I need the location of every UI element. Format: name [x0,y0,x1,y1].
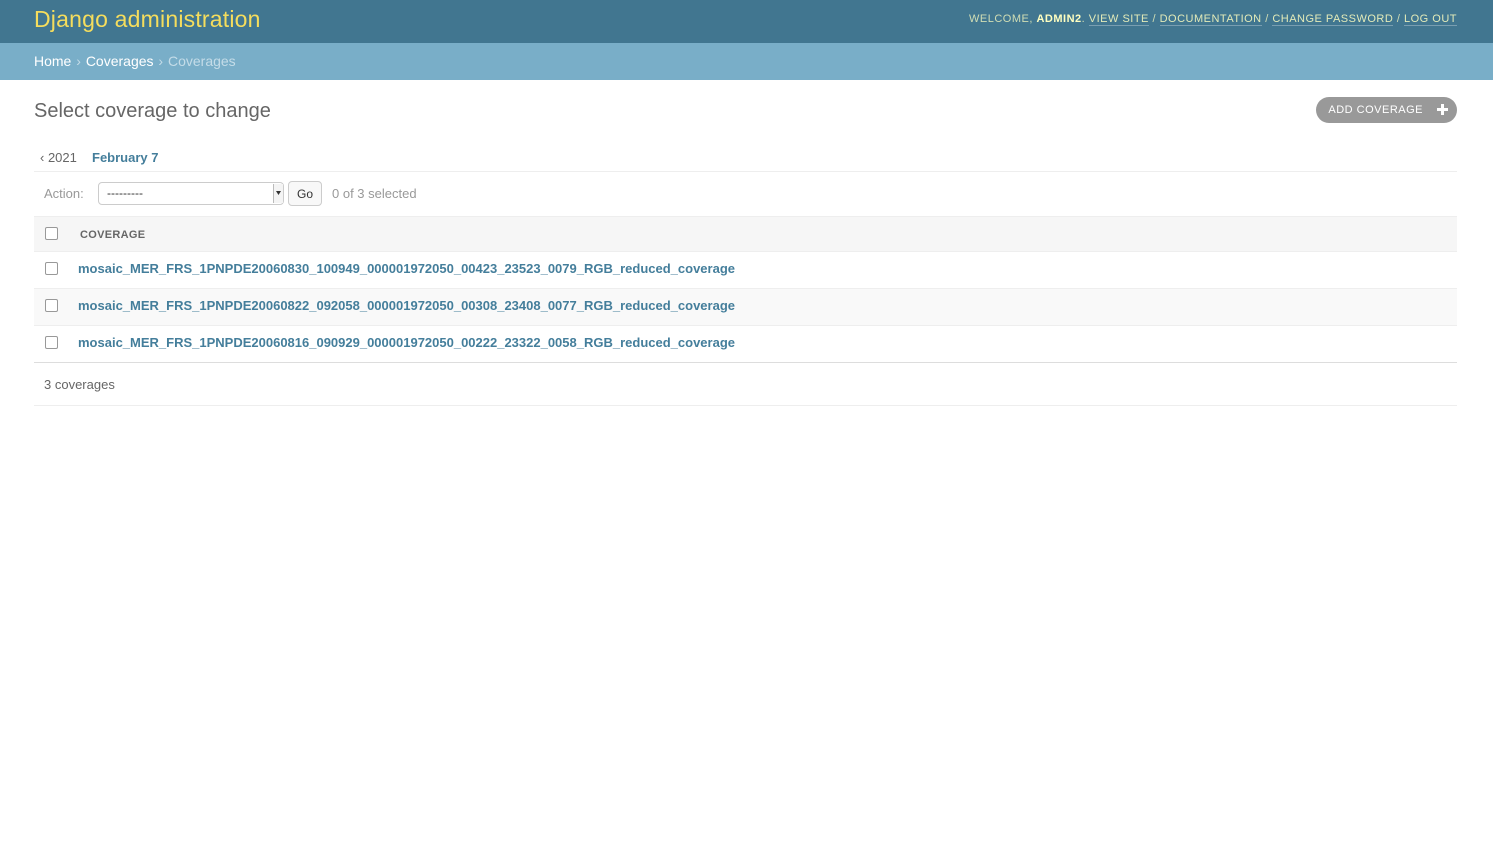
coverage-link[interactable]: mosaic_MER_FRS_1PNPDE20060816_090929_000… [78,335,735,350]
select-all-checkbox[interactable] [45,227,58,240]
row-checkbox[interactable] [45,262,58,275]
welcome-text: Welcome, [969,13,1033,25]
add-coverage-button[interactable]: Add coverage [1316,97,1457,123]
add-coverage-label: Add coverage [1328,104,1423,116]
separator: / [1396,13,1401,25]
breadcrumb-app[interactable]: Coverages [86,53,154,69]
change-password-link[interactable]: Change password [1272,13,1394,26]
username: admin2 [1036,13,1082,25]
user-tools: Welcome, admin2. View site / Documentati… [969,13,1457,26]
row-checkbox[interactable] [45,336,58,349]
breadcrumb-separator: › [158,53,164,69]
column-header-coverage[interactable]: Coverage [80,229,145,241]
action-select-value: --------- [107,186,143,200]
coverage-link[interactable]: mosaic_MER_FRS_1PNPDE20060830_100949_000… [78,261,735,276]
view-site-link[interactable]: View site [1088,13,1149,26]
chevron-down-icon [273,184,283,203]
date-hierarchy-back-link[interactable]: ‹ 2021 [40,150,77,165]
coverage-link[interactable]: mosaic_MER_FRS_1PNPDE20060822_092058_000… [78,298,735,313]
action-label: Action: [44,186,84,201]
actions-bar: Action: --------- Go 0 of 3 selected [34,172,1457,216]
paginator: 3 coverages [34,362,1457,406]
table-row: mosaic_MER_FRS_1PNPDE20060816_090929_000… [34,326,1457,363]
documentation-link[interactable]: Documentation [1159,13,1262,26]
table-header: Coverage [34,216,1457,252]
breadcrumb: Home › Coverages › Coverages [0,43,1493,80]
table-row: mosaic_MER_FRS_1PNPDE20060830_100949_000… [34,252,1457,289]
header: Django administration Welcome, admin2. V… [0,0,1493,43]
table-row: mosaic_MER_FRS_1PNPDE20060822_092058_000… [34,289,1457,326]
go-button[interactable]: Go [288,181,322,206]
result-table: Coverage mosaic_MER_FRS_1PNPDE20060830_1… [34,216,1457,363]
action-select[interactable]: --------- [98,182,284,205]
row-checkbox[interactable] [45,299,58,312]
plus-icon [1437,104,1448,115]
breadcrumb-separator: › [76,53,81,69]
date-hierarchy-current: February 7 [92,150,159,165]
log-out-link[interactable]: Log out [1403,13,1457,26]
page-title: Select coverage to change [34,100,271,122]
separator: / [1265,13,1269,25]
separator: / [1152,13,1157,25]
result-count: 3 coverages [44,377,115,392]
selection-counter: 0 of 3 selected [332,186,417,201]
site-title[interactable]: Django administration [34,6,261,33]
breadcrumb-current: Coverages [167,53,236,69]
breadcrumb-home[interactable]: Home [34,53,71,69]
date-hierarchy: ‹ 2021 February 7 [34,145,1457,172]
